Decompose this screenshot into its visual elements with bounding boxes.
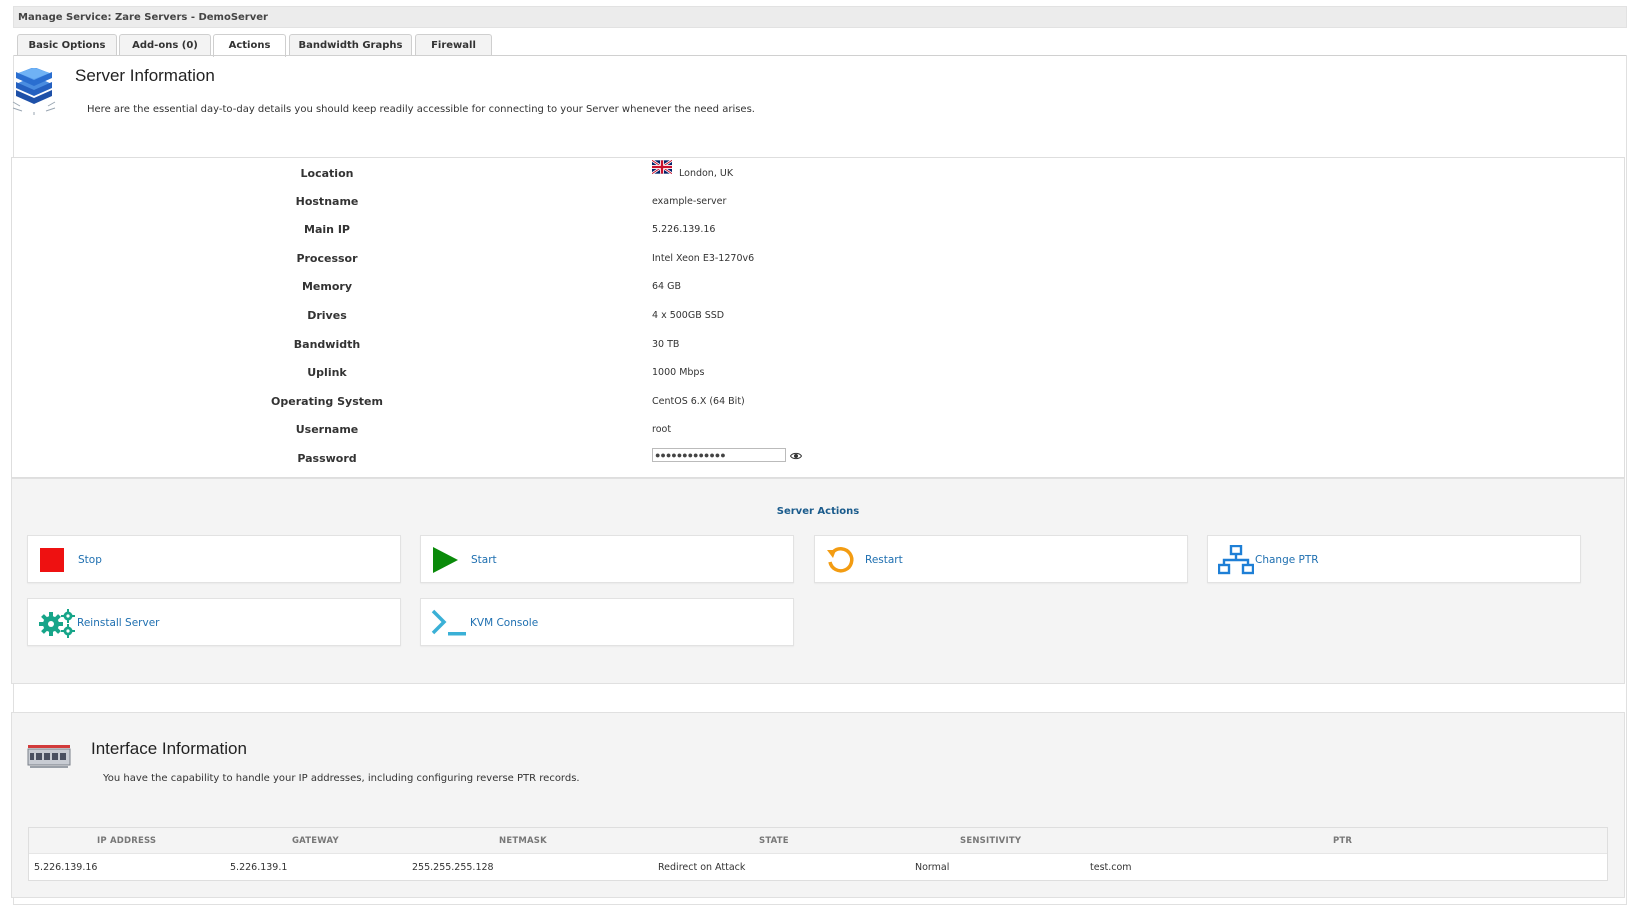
info-value: 64 GB bbox=[652, 281, 681, 292]
tab-add-ons[interactable]: Add-ons (0) bbox=[119, 34, 211, 56]
interface-table-header: IP ADDRESS GATEWAY NETMASK STATE SENSITI… bbox=[29, 828, 1607, 854]
start-button[interactable]: Start bbox=[420, 535, 794, 583]
restart-icon bbox=[827, 547, 854, 573]
info-value: 5.226.139.16 bbox=[652, 224, 716, 235]
interface-info-panel: Interface Information You have the capab… bbox=[11, 712, 1625, 898]
info-label: Uplink bbox=[307, 366, 347, 379]
window-title: Manage Service: Zare Servers - DemoServe… bbox=[18, 12, 268, 23]
server-info-title: Server Information bbox=[75, 66, 215, 85]
stop-icon bbox=[40, 548, 64, 572]
info-value: 4 x 500GB SSD bbox=[652, 310, 725, 321]
change-ptr-button[interactable]: Change PTR bbox=[1207, 535, 1581, 583]
terminal-icon bbox=[431, 609, 466, 636]
change-ptr-label: Change PTR bbox=[1255, 554, 1319, 566]
cell-netmask: 255.255.255.128 bbox=[412, 862, 494, 873]
cell-ptr[interactable]: test.com bbox=[1090, 862, 1132, 873]
tab-bandwidth-graphs[interactable]: Bandwidth Graphs bbox=[289, 34, 412, 56]
cell-sensitivity: Normal bbox=[915, 862, 950, 873]
window-title-bar: Manage Service: Zare Servers - DemoServe… bbox=[13, 6, 1627, 28]
server-stack-icon bbox=[12, 68, 56, 115]
info-value: CentOS 6.X (64 Bit) bbox=[652, 396, 745, 407]
server-info-description: Here are the essential day-to-day detail… bbox=[87, 104, 755, 115]
stop-label: Stop bbox=[78, 554, 102, 566]
info-value: example-server bbox=[652, 196, 727, 207]
password-field[interactable]: ●●●●●●●●●●●●● bbox=[652, 448, 786, 462]
info-row-bandwidth: Bandwidth 30 TB bbox=[12, 330, 1624, 358]
info-label: Location bbox=[300, 167, 354, 180]
info-row-password: Password ●●●●●●●●●●●●● bbox=[12, 444, 1624, 472]
start-label: Start bbox=[471, 554, 497, 566]
info-label: Memory bbox=[301, 280, 353, 293]
info-row-memory: Memory 64 GB bbox=[12, 272, 1624, 300]
info-value: Intel Xeon E3-1270v6 bbox=[652, 253, 755, 264]
info-row-location: Location London, UK bbox=[12, 159, 1624, 187]
server-info-table: Location London, UK Hostname example-ser… bbox=[11, 157, 1625, 478]
info-row-username: Username root bbox=[12, 415, 1624, 443]
tab-firewall[interactable]: Firewall bbox=[415, 34, 492, 56]
column-header: SENSITIVITY bbox=[960, 836, 1022, 846]
info-row-uplink: Uplink 1000 Mbps bbox=[12, 358, 1624, 386]
cell-ip: 5.226.139.16 bbox=[34, 862, 98, 873]
interface-table: IP ADDRESS GATEWAY NETMASK STATE SENSITI… bbox=[28, 827, 1608, 881]
network-icon bbox=[1218, 545, 1254, 575]
tab-actions[interactable]: Actions bbox=[213, 34, 286, 57]
network-switch-icon bbox=[27, 745, 71, 768]
tab-basic-options[interactable]: Basic Options bbox=[17, 34, 117, 56]
restart-button[interactable]: Restart bbox=[814, 535, 1188, 583]
column-header: NETMASK bbox=[499, 836, 547, 846]
reinstall-server-label: Reinstall Server bbox=[77, 617, 160, 629]
server-actions-title: Server Actions bbox=[776, 506, 860, 517]
info-row-main-ip: Main IP 5.226.139.16 bbox=[12, 215, 1624, 243]
play-icon bbox=[433, 547, 458, 573]
stop-button[interactable]: Stop bbox=[27, 535, 401, 583]
cell-state: Redirect on Attack bbox=[658, 862, 746, 873]
gears-icon bbox=[39, 609, 75, 638]
info-row-hostname: Hostname example-server bbox=[12, 187, 1624, 215]
server-actions-panel: Server Actions Stop Start Restart Change… bbox=[11, 478, 1625, 684]
info-value: London, UK bbox=[679, 168, 734, 179]
column-header: STATE bbox=[759, 836, 789, 846]
info-label: Bandwidth bbox=[293, 338, 361, 351]
column-header: PTR bbox=[1333, 836, 1353, 846]
column-header: GATEWAY bbox=[292, 836, 339, 846]
interface-info-title: Interface Information bbox=[91, 739, 247, 758]
info-label: Processor bbox=[296, 252, 358, 265]
info-row-processor: Processor Intel Xeon E3-1270v6 bbox=[12, 244, 1624, 272]
info-value: root bbox=[652, 424, 672, 435]
uk-flag-icon bbox=[652, 160, 672, 174]
kvm-console-label: KVM Console bbox=[470, 617, 539, 629]
restart-label: Restart bbox=[865, 554, 903, 566]
column-header: IP ADDRESS bbox=[97, 836, 157, 846]
show-password-eye-icon[interactable] bbox=[790, 450, 802, 462]
info-label: Operating System bbox=[271, 395, 383, 408]
info-value: 1000 Mbps bbox=[652, 367, 705, 378]
interface-info-description: You have the capability to handle your I… bbox=[103, 773, 580, 784]
reinstall-server-button[interactable]: Reinstall Server bbox=[27, 598, 401, 646]
kvm-console-button[interactable]: KVM Console bbox=[420, 598, 794, 646]
info-label: Drives bbox=[307, 309, 347, 322]
info-row-drives: Drives 4 x 500GB SSD bbox=[12, 301, 1624, 329]
info-row-operating-system: Operating System CentOS 6.X (64 Bit) bbox=[12, 387, 1624, 415]
info-label: Password bbox=[297, 452, 357, 465]
info-label: Main IP bbox=[304, 223, 350, 236]
cell-gateway: 5.226.139.1 bbox=[230, 862, 288, 873]
info-label: Username bbox=[295, 423, 359, 436]
info-value: 30 TB bbox=[652, 339, 680, 350]
info-label: Hostname bbox=[295, 195, 359, 208]
